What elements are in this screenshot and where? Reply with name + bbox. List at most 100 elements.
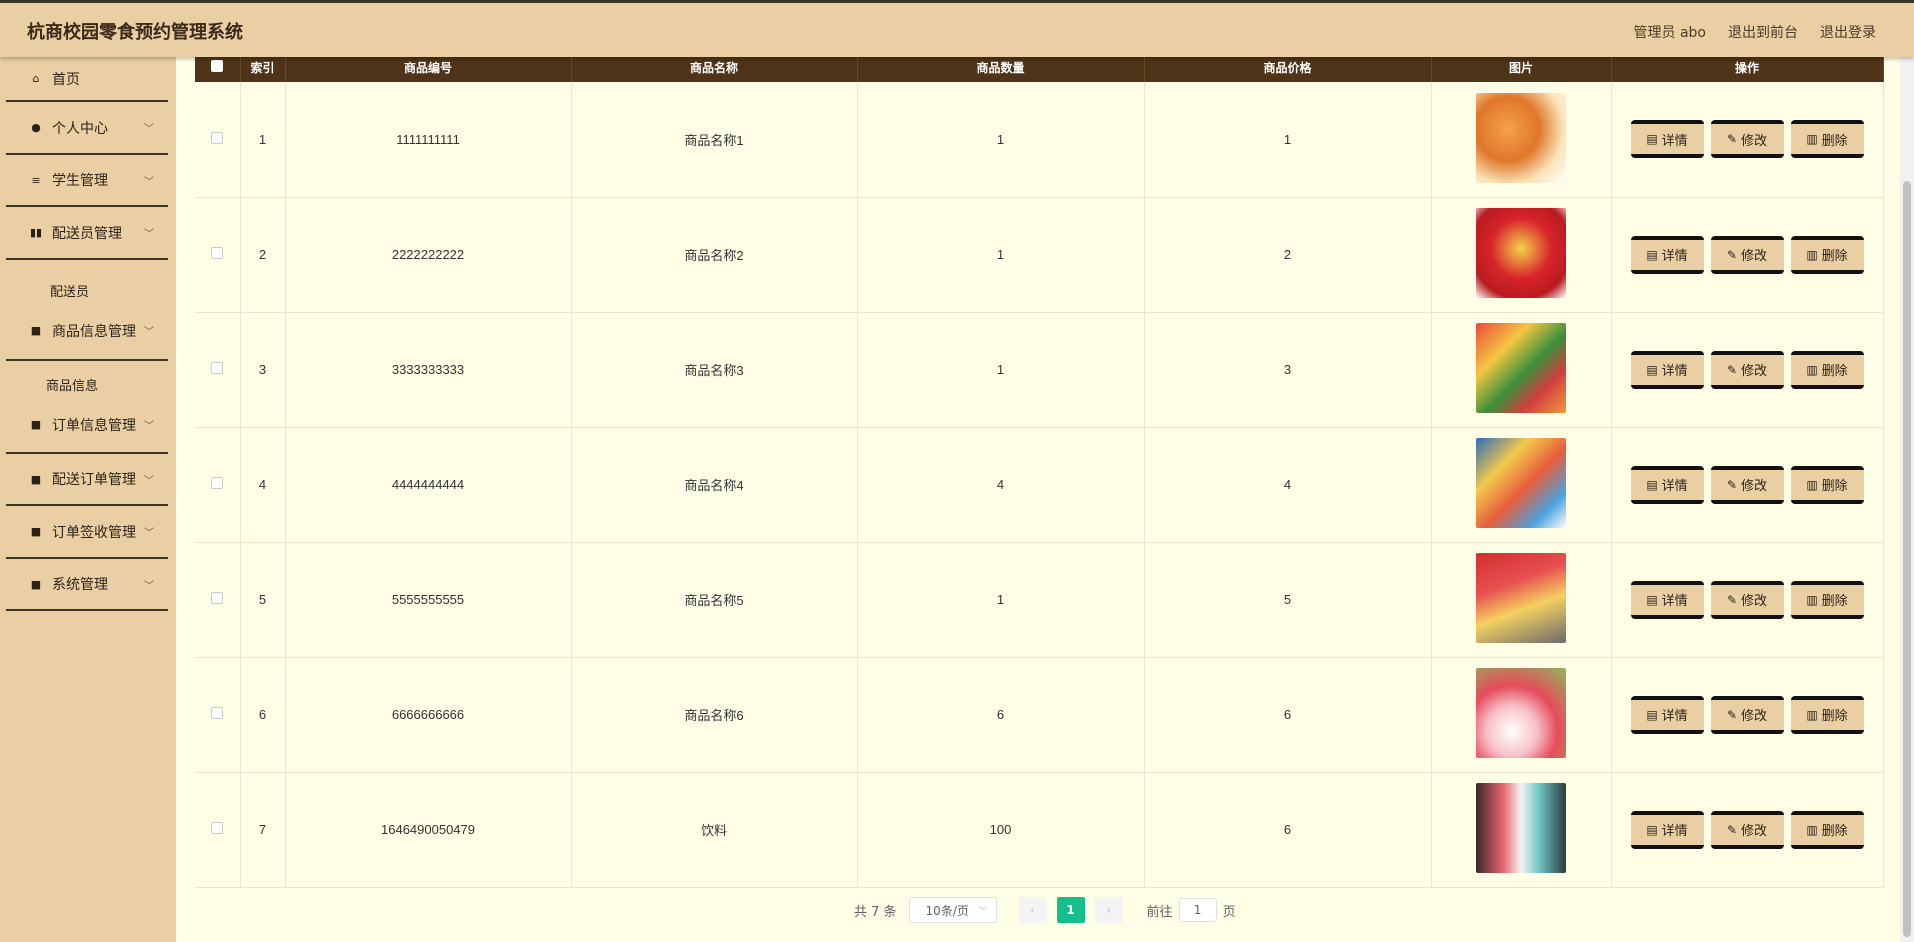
table-row: 7 1646490050479 饮料 100 6 ▤ 详情 ✎ 修改 ▥ 删除 bbox=[195, 772, 1884, 887]
detail-button[interactable]: ▤ 详情 bbox=[1630, 580, 1704, 619]
row-checkbox[interactable] bbox=[211, 822, 224, 834]
back-to-front-link[interactable]: 退出到前台 bbox=[1728, 22, 1798, 42]
cell-quantity: 1 bbox=[857, 312, 1145, 427]
table-row: 2 2222222222 商品名称2 1 2 ▤ 详情 ✎ 修改 ▥ 删除 bbox=[195, 197, 1884, 312]
edit-button[interactable]: ✎ 修改 bbox=[1710, 465, 1784, 504]
cell-code: 1111111111 bbox=[285, 82, 572, 197]
edit-label: 修改 bbox=[1741, 478, 1768, 493]
cell-code: 3333333333 bbox=[285, 312, 572, 427]
sidebar-item-order-signoff-mgmt[interactable]: ■ 订单签收管理 ﹀ bbox=[6, 506, 168, 559]
edit-button[interactable]: ✎ 修改 bbox=[1710, 695, 1784, 734]
sidebar-item-product-info-mgmt[interactable]: ■ 商品信息管理 ﹀ bbox=[6, 302, 168, 361]
sidebar-item-couriers[interactable]: ▮▮ 配送员管理 ﹀ bbox=[6, 207, 168, 260]
sidebar-item-personal-center[interactable]: ● 个人中心 ﹀ bbox=[6, 102, 168, 155]
cell-quantity: 1 bbox=[857, 82, 1145, 197]
user-icon: ● bbox=[31, 121, 41, 134]
sidebar-item-home[interactable]: ⌂ 首页 bbox=[6, 57, 168, 102]
delete-button[interactable]: ▥ 删除 bbox=[1790, 465, 1864, 504]
cell-image bbox=[1431, 82, 1612, 197]
row-select-cell bbox=[195, 772, 241, 887]
sidebar-subitem-product-info[interactable]: 商品信息 bbox=[0, 375, 176, 394]
delete-button[interactable]: ▥ 删除 bbox=[1790, 350, 1864, 389]
cell-actions: ▤ 详情 ✎ 修改 ▥ 删除 bbox=[1611, 82, 1884, 197]
detail-button[interactable]: ▤ 详情 bbox=[1630, 350, 1704, 389]
row-checkbox[interactable] bbox=[211, 707, 224, 719]
row-select-cell bbox=[195, 197, 241, 312]
cell-code: 2222222222 bbox=[285, 197, 572, 312]
page-size-select[interactable]: 10条/页 ﹀ bbox=[908, 897, 997, 923]
edit-button[interactable]: ✎ 修改 bbox=[1710, 810, 1784, 849]
cell-index: 7 bbox=[240, 772, 286, 887]
row-checkbox[interactable] bbox=[211, 477, 224, 489]
detail-button[interactable]: ▤ 详情 bbox=[1630, 465, 1704, 504]
detail-button[interactable]: ▤ 详情 bbox=[1630, 810, 1704, 849]
product-thumbnail[interactable] bbox=[1476, 553, 1566, 643]
next-page-button[interactable]: › bbox=[1094, 897, 1123, 923]
row-checkbox[interactable] bbox=[211, 592, 224, 604]
cell-image bbox=[1431, 427, 1612, 542]
sidebar-subitem-courier[interactable]: 配送员 bbox=[0, 281, 176, 300]
app-title: 杭商校园零食预约管理系统 bbox=[27, 22, 243, 43]
edit-button[interactable]: ✎ 修改 bbox=[1710, 350, 1784, 389]
goto-label: 前往 bbox=[1146, 904, 1173, 920]
cell-name: 商品名称4 bbox=[571, 427, 858, 542]
edit-button[interactable]: ✎ 修改 bbox=[1710, 235, 1784, 274]
row-checkbox[interactable] bbox=[211, 362, 224, 374]
product-thumbnail[interactable] bbox=[1476, 92, 1566, 183]
cell-name: 饮料 bbox=[571, 772, 858, 887]
page-number-current[interactable]: 1 bbox=[1056, 897, 1085, 923]
sidebar-item-delivery-order-mgmt[interactable]: ■ 配送订单管理 ﹀ bbox=[6, 454, 168, 506]
chart-icon: ▮▮ bbox=[29, 226, 43, 239]
logout-link[interactable]: 退出登录 bbox=[1820, 22, 1876, 42]
pencil-icon: ✎ bbox=[1726, 477, 1738, 492]
delete-button[interactable]: ▥ 删除 bbox=[1790, 580, 1864, 619]
sidebar-item-order-info-mgmt[interactable]: ■ 订单信息管理 ﹀ bbox=[6, 397, 168, 454]
edit-button[interactable]: ✎ 修改 bbox=[1710, 580, 1784, 619]
detail-button[interactable]: ▤ 详情 bbox=[1630, 120, 1704, 159]
product-thumbnail[interactable] bbox=[1476, 208, 1566, 298]
trash-icon: ▥ bbox=[1806, 592, 1818, 607]
cell-actions: ▤ 详情 ✎ 修改 ▥ 删除 bbox=[1611, 197, 1884, 312]
product-thumbnail[interactable] bbox=[1476, 438, 1566, 528]
pencil-icon: ✎ bbox=[1726, 362, 1738, 377]
table-row: 5 5555555555 商品名称5 1 5 ▤ 详情 ✎ 修改 ▥ 删除 bbox=[195, 542, 1884, 657]
detail-label: 详情 bbox=[1661, 708, 1688, 723]
detail-label: 详情 bbox=[1661, 478, 1688, 493]
sidebar-item-label: 配送员管理 bbox=[52, 225, 122, 242]
chevron-down-icon: ﹀ bbox=[144, 475, 154, 487]
delete-button[interactable]: ▥ 删除 bbox=[1790, 810, 1864, 849]
page-scrollbar[interactable] bbox=[1900, 57, 1914, 942]
cell-code: 6666666666 bbox=[285, 657, 572, 772]
sidebar-item-students[interactable]: ≡ 学生管理 ﹀ bbox=[6, 155, 168, 207]
product-thumbnail[interactable] bbox=[1476, 323, 1566, 413]
select-all-checkbox[interactable] bbox=[211, 59, 224, 72]
delete-button[interactable]: ▥ 删除 bbox=[1790, 695, 1864, 734]
product-thumbnail[interactable] bbox=[1476, 783, 1566, 873]
admin-user-label[interactable]: 管理员 abo bbox=[1634, 22, 1706, 42]
chevron-right-icon: › bbox=[1106, 903, 1111, 917]
prev-page-button[interactable]: ‹ bbox=[1018, 897, 1047, 923]
sidebar-item-label: 个人中心 bbox=[52, 120, 108, 137]
cell-image bbox=[1431, 197, 1612, 312]
detail-button[interactable]: ▤ 详情 bbox=[1630, 235, 1704, 274]
product-thumbnail[interactable] bbox=[1476, 668, 1566, 758]
delete-button[interactable]: ▥ 删除 bbox=[1790, 120, 1864, 159]
edit-label: 修改 bbox=[1741, 248, 1768, 263]
edit-label: 修改 bbox=[1741, 823, 1768, 838]
pagination-total: 共 7 条 bbox=[854, 904, 897, 920]
table-row: 4 4444444444 商品名称4 4 4 ▤ 详情 ✎ 修改 ▥ 删除 bbox=[195, 427, 1884, 542]
cell-actions: ▤ 详情 ✎ 修改 ▥ 删除 bbox=[1611, 542, 1884, 657]
row-checkbox[interactable] bbox=[211, 247, 224, 259]
detail-label: 详情 bbox=[1661, 823, 1688, 838]
chevron-down-icon: ﹀ bbox=[144, 327, 154, 338]
delete-button[interactable]: ▥ 删除 bbox=[1790, 235, 1864, 274]
scrollbar-thumb[interactable] bbox=[1903, 181, 1911, 937]
pagination: 共 7 条 10条/页 ﹀ ‹ 1 › 前往 1 页 bbox=[854, 897, 1236, 923]
goto-page-input[interactable]: 1 bbox=[1178, 898, 1217, 922]
sidebar-item-system-mgmt[interactable]: ■ 系统管理 ﹀ bbox=[6, 559, 168, 611]
detail-button[interactable]: ▤ 详情 bbox=[1630, 695, 1704, 734]
pencil-icon: ✎ bbox=[1726, 822, 1738, 837]
edit-button[interactable]: ✎ 修改 bbox=[1710, 120, 1784, 159]
goto-page: 前往 1 页 bbox=[1147, 898, 1236, 922]
row-checkbox[interactable] bbox=[211, 131, 224, 144]
